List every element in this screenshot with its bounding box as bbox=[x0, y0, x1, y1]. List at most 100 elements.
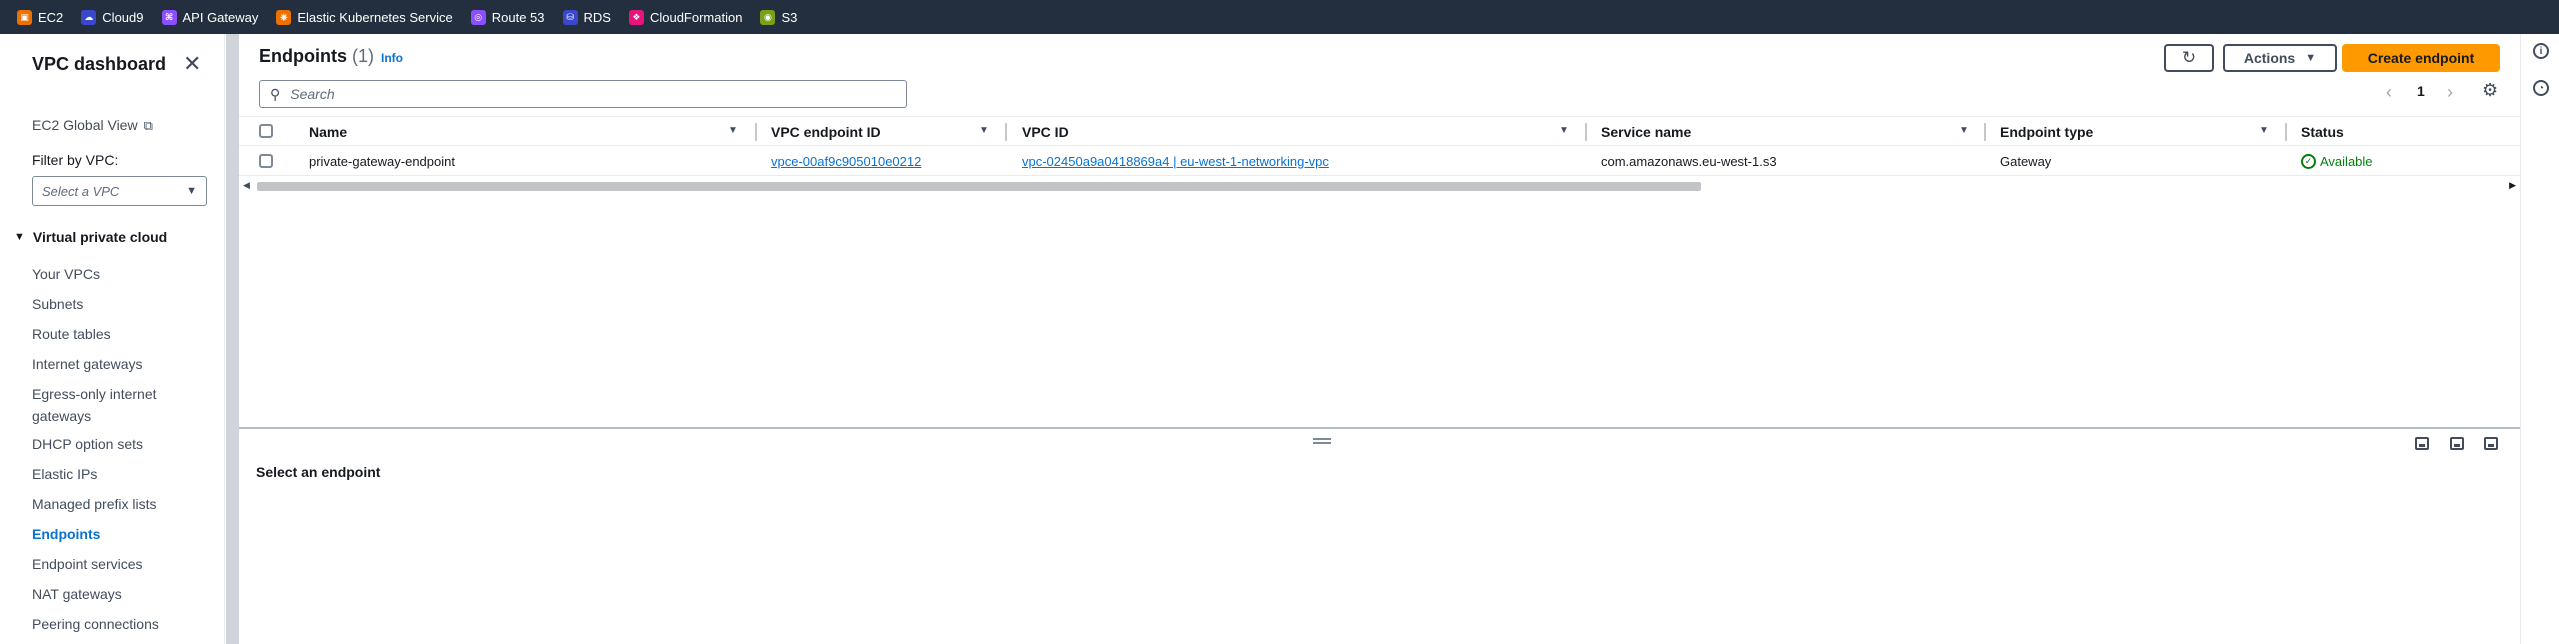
column-header-service-name[interactable]: Service name bbox=[1601, 117, 1691, 147]
favorite-label: Elastic Kubernetes Service bbox=[297, 9, 453, 25]
favorite-route53[interactable]: ◎ Route 53 bbox=[470, 9, 545, 25]
column-header-name[interactable]: Name bbox=[309, 117, 347, 147]
search-box: ⚲ bbox=[259, 80, 907, 108]
endpoint-id-link[interactable]: vpce-00af9c905010e0212 bbox=[771, 154, 921, 169]
favorite-rds[interactable]: ⛁ RDS bbox=[562, 9, 611, 25]
scroll-right-icon[interactable]: ▶ bbox=[2509, 180, 2516, 191]
sidebar-item-endpoint-services[interactable]: Endpoint services bbox=[32, 553, 182, 575]
api-gateway-icon: ⌘ bbox=[161, 9, 177, 25]
settings-gear-icon[interactable]: ⚙ bbox=[2482, 80, 2498, 101]
sidebar-resize-handle[interactable] bbox=[226, 34, 239, 644]
endpoint-count: (1) bbox=[352, 46, 375, 66]
info-icon[interactable]: i bbox=[2533, 43, 2549, 59]
split-panel-divider bbox=[239, 427, 2520, 429]
sidebar-item-dhcp-option-sets[interactable]: DHCP option sets bbox=[32, 433, 182, 455]
sidebar: VPC dashboard ✕ EC2 Global View ⧉ Filter … bbox=[0, 34, 225, 644]
ec2-global-view-label: EC2 Global View bbox=[32, 117, 138, 133]
column-header-vpc-id[interactable]: VPC ID bbox=[1022, 117, 1069, 147]
sidebar-item-route-tables[interactable]: Route tables bbox=[32, 323, 182, 345]
filter-by-vpc-label: Filter by VPC: bbox=[32, 152, 119, 168]
favorite-label: CloudFormation bbox=[649, 9, 743, 25]
route53-icon: ◎ bbox=[470, 9, 486, 25]
create-endpoint-button[interactable]: Create endpoint bbox=[2342, 44, 2500, 72]
sidebar-item-subnets[interactable]: Subnets bbox=[32, 293, 182, 315]
favorites-bar: ▣ EC2 ☁ Cloud9 ⌘ API Gateway ⎈ Elastic Kubernet… bbox=[0, 0, 2559, 34]
sort-caret-icon[interactable]: ▼ bbox=[1959, 125, 1969, 136]
sidebar-item-elastic-ips[interactable]: Elastic IPs bbox=[32, 463, 182, 485]
page-title-text: Endpoints bbox=[259, 46, 347, 66]
favorite-cloud9[interactable]: ☁ Cloud9 bbox=[81, 9, 144, 25]
scrollbar-thumb[interactable] bbox=[257, 182, 1701, 191]
sidebar-item-nat-gateways[interactable]: NAT gateways bbox=[32, 583, 182, 605]
sidebar-item-managed-prefix-lists[interactable]: Managed prefix lists bbox=[32, 493, 182, 515]
virtual-private-cloud-section[interactable]: ▼ Virtual private cloud bbox=[14, 229, 167, 245]
sidebar-title: VPC dashboard bbox=[32, 54, 167, 74]
status-text: Available bbox=[2320, 153, 2373, 169]
favorite-s3[interactable]: ◉ S3 bbox=[760, 9, 798, 25]
row-checkbox[interactable] bbox=[259, 154, 273, 168]
close-icon[interactable]: ✕ bbox=[183, 53, 201, 75]
favorite-eks[interactable]: ⎈ Elastic Kubernetes Service bbox=[276, 9, 453, 25]
actions-button[interactable]: Actions ▼ bbox=[2223, 44, 2337, 72]
favorite-label: RDS bbox=[583, 9, 611, 25]
refresh-button[interactable]: ↻ bbox=[2164, 44, 2214, 72]
column-resizer[interactable] bbox=[755, 123, 757, 141]
table-row[interactable]: private-gateway-endpoint vpce-00af9c9050… bbox=[239, 146, 2520, 176]
favorite-cloudformation[interactable]: ❖ CloudFormation bbox=[628, 9, 743, 25]
vpc-id-link[interactable]: vpc-02450a9a0418869a4 | eu-west-1-networ… bbox=[1022, 154, 1329, 169]
main-content: Endpoints (1) Info ↻ Actions ▼ Create en… bbox=[239, 34, 2520, 644]
page-title: Endpoints (1) bbox=[259, 46, 374, 67]
refresh-icon: ↻ bbox=[2181, 48, 2197, 67]
sort-caret-icon[interactable]: ▼ bbox=[979, 125, 989, 136]
sidebar-item-egress-only-internet-gateways[interactable]: Egress-only internet gateways bbox=[32, 383, 182, 427]
ec2-global-view-link[interactable]: EC2 Global View ⧉ bbox=[32, 117, 153, 134]
sort-caret-icon[interactable]: ▼ bbox=[728, 125, 738, 136]
sidebar-item-endpoints[interactable]: Endpoints bbox=[32, 523, 182, 545]
clock-icon[interactable]: ◔ bbox=[2533, 80, 2549, 96]
page-number[interactable]: 1 bbox=[2417, 83, 2425, 99]
favorite-api-gateway[interactable]: ⌘ API Gateway bbox=[161, 9, 259, 25]
column-header-status[interactable]: Status bbox=[2301, 117, 2344, 147]
sidebar-item-peering-connections[interactable]: Peering connections bbox=[32, 613, 182, 635]
cell-service-name: com.amazonaws.eu-west-1.s3 bbox=[1601, 153, 1777, 169]
select-all-checkbox[interactable] bbox=[259, 124, 273, 138]
sidebar-item-your-vpcs[interactable]: Your VPCs bbox=[32, 263, 182, 285]
sort-caret-icon[interactable]: ▼ bbox=[1559, 125, 1569, 136]
vpc-filter-select[interactable]: Select a VPC ▼ bbox=[32, 176, 207, 206]
favorite-ec2[interactable]: ▣ EC2 bbox=[17, 9, 64, 25]
horizontal-scrollbar[interactable]: ◀ ▶ bbox=[239, 180, 2520, 192]
next-page-icon[interactable]: › bbox=[2447, 82, 2453, 103]
cloudformation-icon: ❖ bbox=[628, 9, 644, 25]
favorite-label: Route 53 bbox=[491, 9, 545, 25]
column-resizer[interactable] bbox=[1005, 123, 1007, 141]
utility-rail: i ◔ bbox=[2520, 34, 2559, 644]
check-circle-icon: ✓ bbox=[2301, 153, 2316, 169]
external-link-icon: ⧉ bbox=[143, 118, 153, 133]
sort-caret-icon[interactable]: ▼ bbox=[2259, 125, 2269, 136]
column-resizer[interactable] bbox=[2285, 123, 2287, 141]
sidebar-item-internet-gateways[interactable]: Internet gateways bbox=[32, 353, 182, 375]
scroll-left-icon[interactable]: ◀ bbox=[243, 180, 250, 191]
table-header: Name ▼ VPC endpoint ID ▼ VPC ID ▼ Servic… bbox=[239, 116, 2520, 146]
caret-down-icon: ▼ bbox=[14, 231, 25, 243]
ec2-icon: ▣ bbox=[17, 9, 32, 25]
panel-close-icon[interactable] bbox=[2484, 437, 2498, 450]
favorite-label: S3 bbox=[781, 9, 798, 25]
column-header-endpoint-id[interactable]: VPC endpoint ID bbox=[771, 117, 881, 147]
cell-endpoint-type: Gateway bbox=[2000, 153, 2052, 169]
info-link[interactable]: Info bbox=[381, 51, 403, 65]
favorite-label: EC2 bbox=[38, 9, 64, 25]
panel-bottom-icon[interactable] bbox=[2415, 437, 2429, 450]
eks-icon: ⎈ bbox=[276, 9, 292, 25]
drag-handle-icon[interactable] bbox=[1313, 438, 1331, 444]
search-input[interactable] bbox=[290, 86, 891, 102]
rds-icon: ⛁ bbox=[562, 9, 578, 25]
column-header-endpoint-type[interactable]: Endpoint type bbox=[2000, 117, 2093, 147]
detail-empty-message: Select an endpoint bbox=[256, 464, 381, 480]
column-resizer[interactable] bbox=[1585, 123, 1587, 141]
previous-page-icon[interactable]: ‹ bbox=[2386, 82, 2392, 103]
panel-side-icon[interactable] bbox=[2450, 437, 2464, 450]
search-icon: ⚲ bbox=[270, 85, 281, 102]
column-resizer[interactable] bbox=[1984, 123, 1986, 141]
favorite-label: API Gateway bbox=[182, 9, 259, 25]
